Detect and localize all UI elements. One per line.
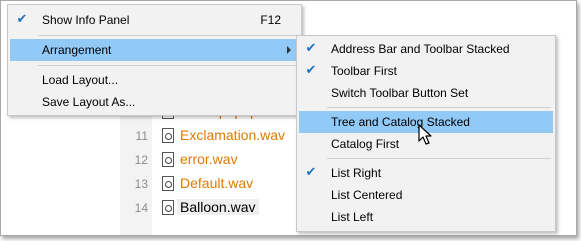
file-name: error.wav — [180, 151, 238, 167]
list-item[interactable]: 13 Default.wav — [128, 172, 298, 196]
mouse-pointer-icon — [418, 124, 432, 145]
menu-item-arrangement[interactable]: Arrangement — [10, 39, 299, 61]
menu-separator — [38, 65, 297, 66]
line-number: 14 — [134, 201, 148, 215]
list-item[interactable]: 12 error.wav — [128, 148, 298, 172]
checkmark-icon: ✔ — [305, 62, 317, 77]
menu-separator — [327, 107, 551, 108]
checkmark-icon: ✔ — [16, 11, 28, 26]
file-name: Default.wav — [180, 175, 254, 191]
menu-item-label: Catalog First — [331, 137, 400, 151]
menu-item-label: List Left — [331, 210, 374, 224]
line-number: 12 — [134, 153, 148, 167]
menu-item-save-layout[interactable]: Save Layout As... — [10, 91, 299, 113]
menu-item-switch-toolbar[interactable]: Switch Toolbar Button Set — [299, 82, 553, 104]
checkmark-icon: ✔ — [305, 40, 317, 55]
menu-item-label: Address Bar and Toolbar Stacked — [331, 42, 510, 56]
menu-item-toolbar-first[interactable]: ✔ Toolbar First — [299, 60, 553, 82]
chevron-right-icon — [287, 46, 291, 54]
file-name: Balloon.wav — [177, 199, 259, 215]
audio-file-icon — [162, 128, 174, 143]
menu-item-label: Arrangement — [42, 43, 112, 57]
menu-item-list-right[interactable]: ✔ List Right — [299, 162, 553, 184]
context-menu: ✔ Show Info Panel F12 Arrangement Load L… — [7, 4, 302, 116]
menu-separator — [38, 35, 297, 36]
menu-separator — [327, 158, 551, 159]
menu-item-label: Show Info Panel — [42, 13, 130, 27]
checkmark-icon: ✔ — [305, 164, 317, 179]
file-name: Exclamation.wav — [180, 127, 286, 143]
audio-file-icon — [162, 152, 174, 167]
menu-item-label: List Right — [331, 166, 382, 180]
menu-item-label: Switch Toolbar Button Set — [331, 86, 469, 100]
menu-item-label: Tree and Catalog Stacked — [331, 115, 470, 129]
menu-item-show-info-panel[interactable]: ✔ Show Info Panel F12 — [10, 9, 299, 31]
shortcut-label: F12 — [260, 13, 281, 27]
audio-file-icon — [162, 176, 174, 191]
menu-item-label: List Centered — [331, 188, 403, 202]
menu-item-label: Load Layout... — [42, 73, 119, 87]
menu-item-list-centered[interactable]: List Centered — [299, 184, 553, 206]
list-item[interactable]: 14 Balloon.wav — [128, 196, 298, 220]
menu-item-address-bar-stacked[interactable]: ✔ Address Bar and Toolbar Stacked — [299, 38, 553, 60]
list-item[interactable]: 11 Exclamation.wav — [128, 124, 298, 148]
menu-item-list-left[interactable]: List Left — [299, 206, 553, 228]
menu-item-load-layout[interactable]: Load Layout... — [10, 69, 299, 91]
line-number: 13 — [134, 177, 148, 191]
menu-item-label: Save Layout As... — [42, 95, 136, 109]
line-number: 11 — [135, 129, 148, 143]
audio-file-icon — [162, 200, 174, 215]
menu-item-label: Toolbar First — [331, 64, 398, 78]
